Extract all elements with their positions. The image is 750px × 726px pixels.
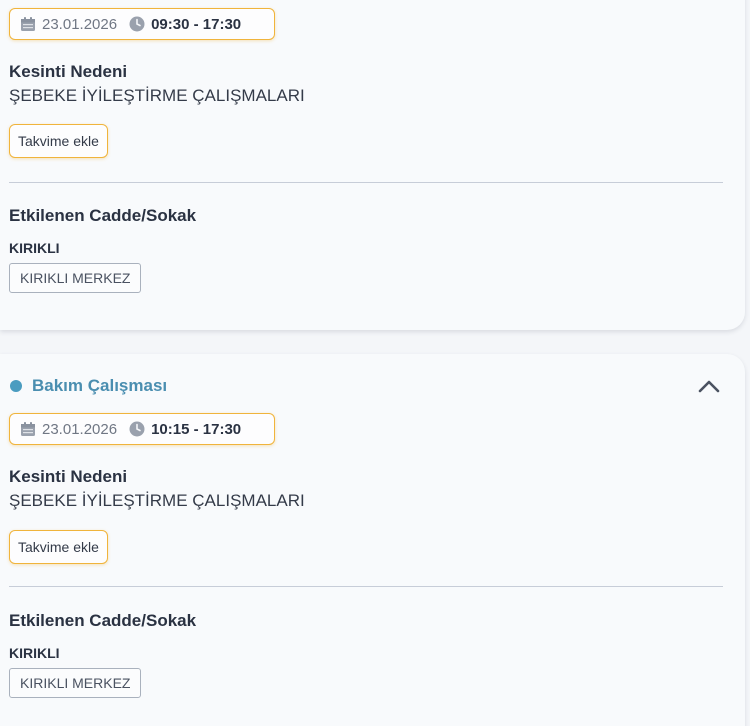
district-name: KIRIKLI xyxy=(9,240,60,256)
calendar-icon xyxy=(20,421,36,437)
reason-label: Kesinti Nedeni xyxy=(9,62,128,81)
clock-icon xyxy=(129,16,145,32)
divider xyxy=(9,586,723,587)
reason-value: ŞEBEKE İYİLEŞTİRME ÇALIŞMALARI xyxy=(9,491,305,510)
affected-label: Etkilenen Cadde/Sokak xyxy=(9,206,197,225)
status-label: Bakım Çalışması xyxy=(32,376,168,395)
add-to-calendar-button[interactable]: Takvime ekle xyxy=(9,124,108,158)
district-name: KIRIKLI xyxy=(9,645,60,661)
chevron-up-icon xyxy=(698,380,720,393)
collapse-button[interactable] xyxy=(695,372,723,400)
clock-icon xyxy=(129,421,145,437)
calendar-icon xyxy=(20,16,36,32)
outage-card: Bakım Çalışması 23.01.2026 10:15 - 17:30… xyxy=(0,354,745,726)
outage-card: 23.01.2026 09:30 - 17:30 Kesinti Nedeni … xyxy=(0,0,745,330)
datetime-box: 23.01.2026 10:15 - 17:30 xyxy=(9,413,275,445)
reason-value: ŞEBEKE İYİLEŞTİRME ÇALIŞMALARI xyxy=(9,86,305,105)
affected-label: Etkilenen Cadde/Sokak xyxy=(9,611,197,630)
outage-date: 23.01.2026 xyxy=(42,420,118,438)
street-chip[interactable]: KIRIKLI MERKEZ xyxy=(9,668,142,698)
affected-streets-section: Etkilenen Cadde/Sokak xyxy=(9,206,196,226)
status-dot xyxy=(10,380,22,392)
reason-section: Kesinti Nedeni ŞEBEKE İYİLEŞTİRME ÇALIŞM… xyxy=(9,62,305,106)
reason-label: Kesinti Nedeni xyxy=(9,467,128,486)
outage-list: 23.01.2026 09:30 - 17:30 Kesinti Nedeni … xyxy=(0,0,750,726)
reason-section: Kesinti Nedeni ŞEBEKE İYİLEŞTİRME ÇALIŞM… xyxy=(9,467,305,511)
datetime-box: 23.01.2026 09:30 - 17:30 xyxy=(9,8,275,40)
street-chip[interactable]: KIRIKLI MERKEZ xyxy=(9,263,142,293)
status-row: Bakım Çalışması xyxy=(9,374,723,398)
outage-time-range: 09:30 - 17:30 xyxy=(151,15,242,33)
outage-date: 23.01.2026 xyxy=(42,15,118,33)
divider xyxy=(9,182,723,183)
affected-streets-section: Etkilenen Cadde/Sokak xyxy=(9,611,196,631)
outage-time-range: 10:15 - 17:30 xyxy=(151,420,242,438)
add-to-calendar-button[interactable]: Takvime ekle xyxy=(9,530,108,564)
